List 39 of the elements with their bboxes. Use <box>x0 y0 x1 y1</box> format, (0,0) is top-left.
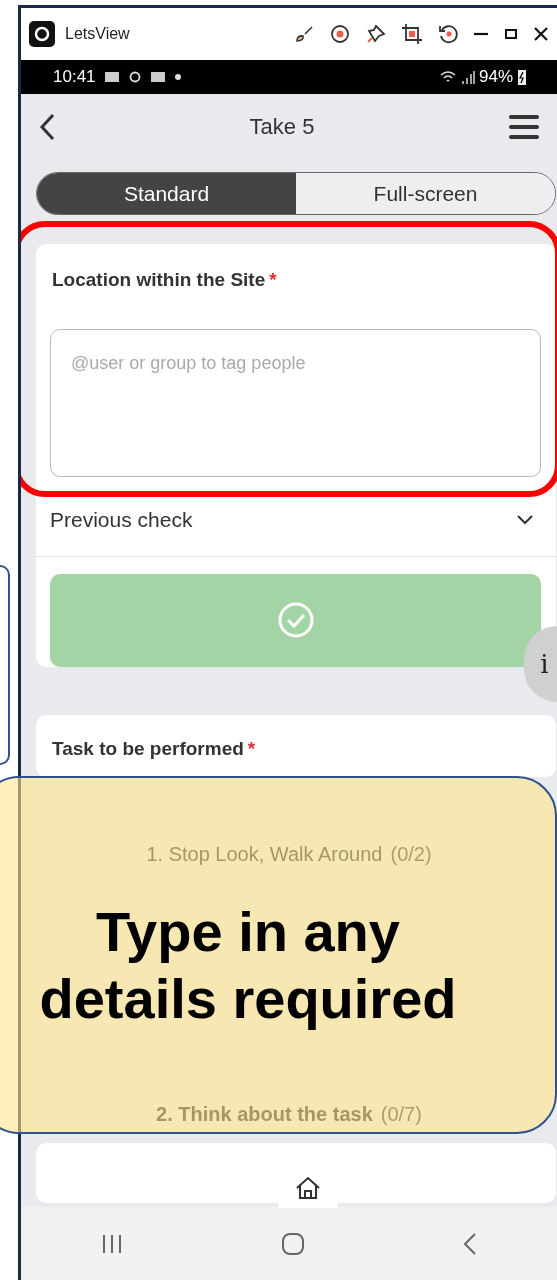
row-label: Previous check <box>50 507 193 534</box>
close-icon[interactable] <box>533 26 549 42</box>
battery-icon <box>517 68 527 86</box>
field-label-text: Location within the Site <box>52 269 266 290</box>
progress-count: (0/7) <box>380 1103 422 1125</box>
field-label-text: Task to be performed <box>52 737 244 759</box>
signal-icon <box>460 69 475 85</box>
crop-icon[interactable] <box>401 23 423 45</box>
maximize-icon[interactable] <box>503 26 519 42</box>
home-icon[interactable] <box>281 1231 305 1256</box>
required-mark: * <box>269 269 277 290</box>
page-title: Take 5 <box>248 113 316 141</box>
notification-icon <box>149 70 166 84</box>
previous-check-row[interactable]: Previous check <box>36 484 556 557</box>
sync-icon <box>127 70 142 84</box>
dot-icon <box>173 73 182 81</box>
brush-icon[interactable] <box>293 23 315 45</box>
rotate-icon[interactable] <box>437 23 459 45</box>
status-time: 10:41 <box>53 66 96 89</box>
info-button[interactable]: i <box>524 626 557 702</box>
house-icon <box>295 1176 321 1200</box>
required-mark: * <box>247 737 256 759</box>
pin-icon[interactable] <box>365 23 387 45</box>
back-icon[interactable] <box>462 1231 479 1256</box>
back-icon[interactable] <box>39 113 55 141</box>
menu-icon[interactable] <box>509 114 539 140</box>
progress-count: (0/2) <box>390 843 432 865</box>
view-mode-tab[interactable]: Full-screen <box>296 173 555 214</box>
location-input[interactable]: @user or group to tag people <box>50 328 541 477</box>
battery-level: 94% <box>478 66 513 89</box>
record-icon[interactable] <box>329 23 351 45</box>
section-title: 2. Think about the task <box>156 1103 373 1125</box>
check-circle-icon <box>276 601 315 639</box>
notification-icon <box>103 70 120 84</box>
callout-text: Type in any details required <box>38 898 458 1032</box>
ring-icon <box>34 26 50 42</box>
view-mode-tab[interactable]: Standard <box>37 173 296 214</box>
window-title: LetsView <box>65 24 130 44</box>
section-title: 1. Stop Look, Walk Around <box>146 843 383 865</box>
